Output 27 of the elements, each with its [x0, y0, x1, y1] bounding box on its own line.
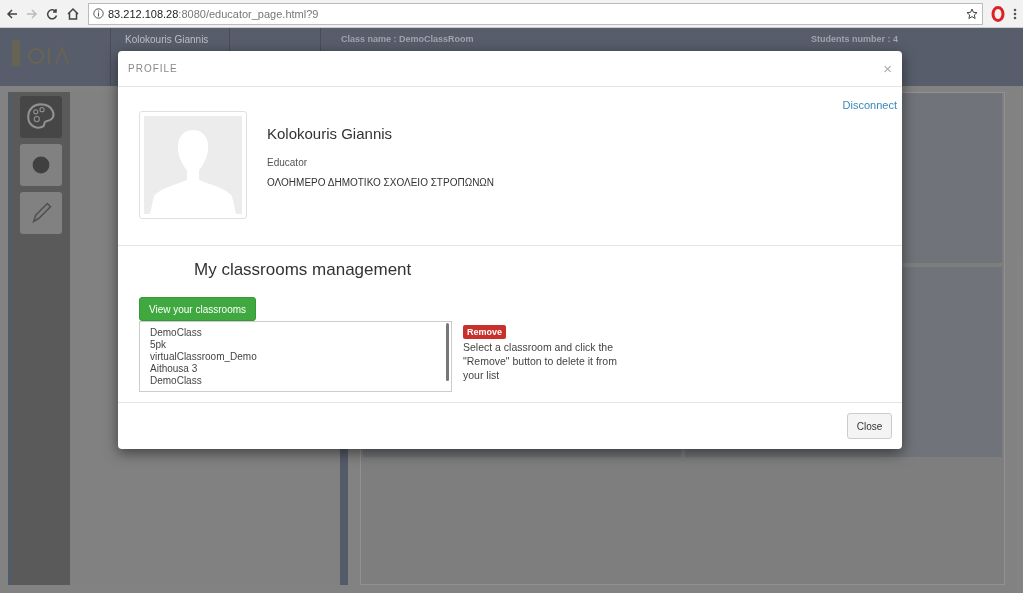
classroom-option[interactable]: DemoClass [150, 327, 451, 339]
section-title: My classrooms management [194, 260, 413, 280]
help-text: Select a classroom and click the "Remove" button to delete it from your list [463, 340, 618, 382]
educator-name: Kolokouris Giannis [267, 125, 394, 142]
classroom-option[interactable]: Aithousa 3 [150, 363, 451, 375]
info-icon[interactable] [93, 8, 104, 19]
role-label: Educator [267, 157, 309, 168]
back-icon[interactable] [6, 7, 18, 20]
reload-icon[interactable] [46, 7, 58, 20]
classroom-option[interactable]: DemoClass [150, 375, 451, 387]
students-number-label: Students number : 4 [811, 33, 898, 44]
classroom-list[interactable]: DemoClass 5pk virtualClassroom_Demo Aithousa 3 DemoClass [139, 321, 452, 392]
close-button[interactable]: Close [847, 413, 892, 439]
address-bar[interactable]: 83.212.108.28:8080/educator_page.html?9 [88, 2, 983, 25]
scrollbar-thumb[interactable] [446, 323, 449, 381]
star-icon[interactable] [966, 7, 978, 20]
disconnect-link[interactable]: Disconnect [842, 99, 897, 111]
classroom-option[interactable]: virtualClassroom_Demo [150, 351, 451, 363]
dialog-title: PROFILE [128, 63, 178, 74]
class-name-label: Class name : DemoClassRoom [340, 33, 475, 44]
home-icon[interactable] [66, 6, 80, 21]
menu-icon[interactable] [1013, 7, 1017, 20]
o-logo-icon[interactable] [991, 5, 1005, 22]
classroom-option[interactable]: 5pk [150, 339, 451, 351]
remove-button[interactable]: Remove [463, 325, 506, 339]
school-name: ΟΛΟΗΜΕΡΟ ΔΗΜΟΤΙΚΟ ΣΧΟΛΕΙΟ ΣΤΡΟΠΩΝΩΝ [267, 177, 495, 188]
palette-icon[interactable] [20, 96, 62, 138]
